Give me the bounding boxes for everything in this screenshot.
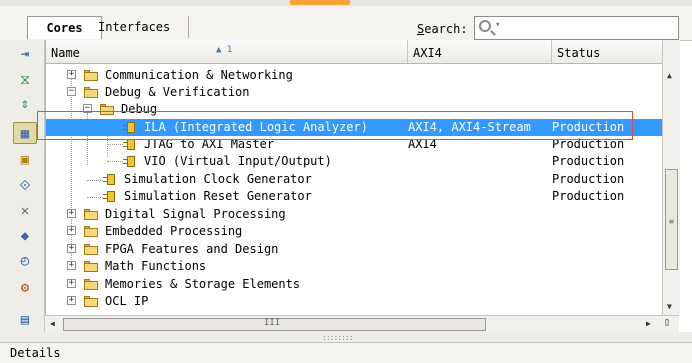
sort-order-label: 1 bbox=[226, 45, 233, 55]
expand-icon[interactable]: ⧖ bbox=[13, 69, 37, 91]
collapse-icon[interactable]: − bbox=[67, 87, 76, 96]
details-panel-header[interactable]: Details bbox=[0, 342, 692, 363]
cube-icon[interactable]: ◆ bbox=[13, 225, 37, 247]
tab-cores[interactable]: Cores bbox=[27, 16, 102, 39]
folder-icon bbox=[84, 296, 98, 307]
panel-splitter[interactable]: :::::::: bbox=[0, 332, 692, 342]
tree-row[interactable]: Simulation Reset Generator Production bbox=[46, 188, 663, 205]
row-name: Memories & Storage Elements bbox=[105, 277, 301, 291]
row-name: VIO (Virtual Input/Output) bbox=[144, 154, 332, 168]
expand-icon[interactable]: + bbox=[67, 279, 76, 288]
expand-icon[interactable]: + bbox=[67, 261, 76, 270]
tree-row[interactable]: + OCL IP bbox=[46, 293, 663, 310]
row-status: Production bbox=[552, 172, 625, 186]
collapse-all-icon[interactable]: ⇥ bbox=[13, 43, 37, 65]
tab-bar: Cores Interfaces Search: ▾ bbox=[0, 6, 692, 41]
folder-icon bbox=[84, 279, 98, 290]
row-name: FPGA Features and Design bbox=[105, 242, 279, 256]
row-name: OCL IP bbox=[105, 294, 149, 308]
tree-row[interactable]: + Communication & Networking bbox=[46, 67, 663, 84]
scroll-up-icon[interactable]: ▲ bbox=[667, 71, 672, 80]
tree-row[interactable]: + FPGA Features and Design bbox=[46, 241, 663, 258]
vertical-scrollbar[interactable]: ▲ ≡ ▼ bbox=[662, 40, 680, 315]
splitter-grip-icon: :::::::: bbox=[322, 333, 354, 342]
tree-row[interactable]: + Digital Signal Processing bbox=[46, 206, 663, 223]
side-toolbar: ⇥ ⧖ ⇕ ▦ ▣ ⟐ ✕ ◆ ◴ ⚙ ▤ bbox=[0, 40, 45, 337]
horizontal-scroll-thumb[interactable]: III bbox=[63, 318, 486, 331]
ip-catalog-table: Name ▲ 1 AXI4 Status + Communication & N… bbox=[45, 40, 663, 315]
grip-icon: III bbox=[264, 318, 281, 328]
row-name: Digital Signal Processing bbox=[105, 207, 286, 221]
chevron-down-icon[interactable]: ▾ bbox=[495, 20, 500, 30]
expand-icon[interactable]: + bbox=[67, 70, 76, 79]
folder-icon bbox=[84, 244, 98, 255]
column-header-name[interactable]: Name ▲ 1 bbox=[46, 40, 408, 63]
column-header-axi4[interactable]: AXI4 bbox=[408, 40, 552, 63]
row-name: Embedded Processing bbox=[105, 224, 243, 238]
ip-core-icon bbox=[103, 190, 117, 203]
details-label: Details bbox=[10, 346, 61, 360]
search-label: Search: bbox=[417, 22, 468, 36]
column-name-label: Name bbox=[51, 46, 80, 60]
expand-icon[interactable]: + bbox=[67, 226, 76, 235]
folder-icon bbox=[84, 226, 98, 237]
tree-row[interactable]: + Embedded Processing bbox=[46, 223, 663, 240]
scroll-down-icon[interactable]: ▼ bbox=[667, 302, 672, 311]
ip-core-icon bbox=[103, 173, 117, 186]
hierarchy-icon[interactable]: ▦ bbox=[13, 122, 37, 144]
column-header-status[interactable]: Status bbox=[552, 40, 663, 63]
tree-row[interactable]: + Memories & Storage Elements bbox=[46, 276, 663, 293]
tree-row[interactable]: Simulation Clock Generator Production bbox=[46, 171, 663, 188]
table-header: Name ▲ 1 AXI4 Status bbox=[46, 40, 663, 64]
folder-icon bbox=[84, 209, 98, 220]
expand-icon[interactable]: + bbox=[67, 244, 76, 253]
tab-interfaces[interactable]: Interfaces bbox=[92, 16, 189, 38]
gear-icon[interactable]: ⚙ bbox=[13, 277, 37, 299]
column-status-label: Status bbox=[557, 46, 601, 60]
row-name: Simulation Clock Generator bbox=[124, 172, 312, 186]
column-chooser-icon[interactable]: ▯ bbox=[664, 317, 670, 328]
highlight-annotation-box bbox=[37, 111, 633, 140]
vertical-scroll-thumb[interactable]: ≡ bbox=[665, 169, 678, 270]
folder-open-icon bbox=[84, 87, 98, 98]
scroll-right-icon[interactable]: ▶ bbox=[646, 319, 651, 328]
tree-row[interactable]: VIO (Virtual Input/Output) Production bbox=[46, 153, 663, 170]
scroll-left-icon[interactable]: ◀ bbox=[50, 319, 55, 328]
clock-icon[interactable]: ◴ bbox=[13, 250, 37, 272]
expand-icon[interactable]: + bbox=[67, 209, 76, 218]
grip-icon: ≡ bbox=[669, 217, 674, 226]
expand-icon[interactable]: + bbox=[67, 296, 76, 305]
sort-ascending-icon: ▲ 1 bbox=[216, 45, 233, 55]
row-status: Production bbox=[552, 189, 625, 203]
column-axi-label: AXI4 bbox=[413, 46, 442, 60]
tree-row[interactable]: − Debug & Verification bbox=[46, 84, 663, 101]
wrench-icon[interactable]: ✕ bbox=[13, 200, 37, 222]
row-name: Debug & Verification bbox=[105, 85, 250, 99]
row-name: Math Functions bbox=[105, 259, 207, 273]
refresh-icon[interactable]: ⇕ bbox=[13, 93, 37, 115]
active-window-accent bbox=[290, 0, 350, 5]
search-icon bbox=[479, 20, 491, 32]
row-status: Production bbox=[552, 154, 625, 168]
document-icon[interactable]: ▤ bbox=[13, 309, 37, 331]
horizontal-scrollbar[interactable]: ◀ III ▶ ▯ bbox=[45, 315, 679, 333]
row-name: Communication & Networking bbox=[105, 68, 293, 82]
ip-core-icon bbox=[123, 155, 137, 168]
row-name: Simulation Reset Generator bbox=[124, 189, 312, 203]
folder-icon bbox=[84, 70, 98, 81]
tree-row[interactable]: + Math Functions bbox=[46, 258, 663, 275]
interface-icon[interactable]: ⟐ bbox=[13, 175, 37, 197]
ip-settings-icon[interactable]: ▣ bbox=[13, 149, 37, 171]
folder-icon bbox=[84, 261, 98, 272]
search-input[interactable]: ▾ bbox=[474, 16, 679, 40]
